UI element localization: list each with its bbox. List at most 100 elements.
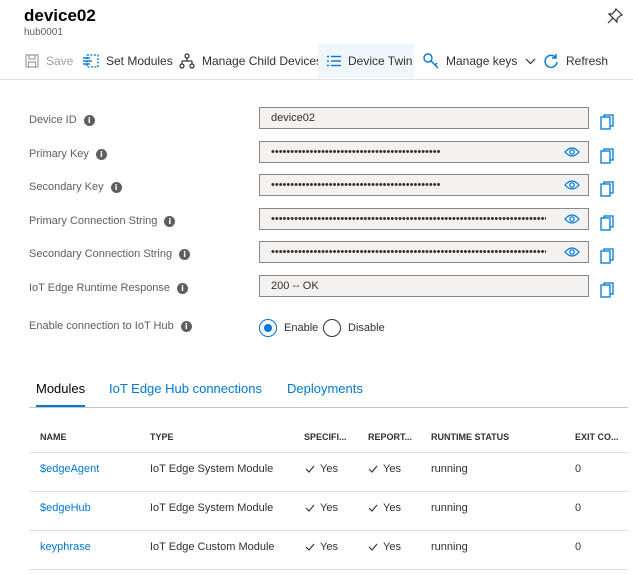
row-divider bbox=[29, 530, 628, 531]
device-twin-button[interactable]: Device Twin bbox=[318, 44, 414, 78]
module-exit-code: 0 bbox=[575, 463, 582, 475]
column-header-reported[interactable]: REPORT... bbox=[368, 432, 412, 442]
secondary-connection-string-field[interactable]: ••••••••••••••••••••••••••••••••••••••••… bbox=[259, 241, 589, 263]
page-title: device02 bbox=[24, 6, 96, 25]
refresh-button[interactable]: Refresh bbox=[543, 44, 608, 78]
secondary-key-value: ••••••••••••••••••••••••••••••••••••••••… bbox=[271, 179, 441, 191]
page-subtitle: hub0001 bbox=[24, 27, 63, 38]
enable-connection-label: Enable connection to IoT Hub i bbox=[29, 320, 192, 332]
device-twin-icon bbox=[327, 55, 341, 67]
set-modules-button[interactable]: Set Modules bbox=[82, 44, 173, 78]
detail-tabs: Modules IoT Edge Hub connections Deploym… bbox=[29, 378, 628, 408]
primary-key-field[interactable]: ••••••••••••••••••••••••••••••••••••••••… bbox=[259, 141, 589, 163]
module-specified-text: Yes bbox=[320, 541, 338, 553]
primary-connection-string-label: Primary Connection String i bbox=[29, 215, 176, 227]
secondary-connection-string-value: ••••••••••••••••••••••••••••••••••••••••… bbox=[271, 246, 546, 258]
checkmark-icon bbox=[305, 465, 315, 473]
manage-keys-button[interactable]: Manage keys bbox=[423, 44, 536, 78]
copy-icon[interactable] bbox=[600, 148, 614, 164]
disable-radio-option[interactable]: Disable bbox=[323, 319, 385, 337]
copy-icon[interactable] bbox=[600, 215, 614, 231]
module-runtime-status: running bbox=[431, 541, 468, 553]
device-id-label: Device ID i bbox=[29, 114, 95, 126]
module-name-link[interactable]: $edgeAgent bbox=[40, 463, 99, 475]
module-runtime-status: running bbox=[431, 463, 468, 475]
info-icon[interactable]: i bbox=[95, 148, 107, 160]
checkmark-icon bbox=[305, 543, 315, 551]
eye-icon[interactable] bbox=[564, 146, 580, 158]
disable-radio[interactable] bbox=[323, 319, 341, 337]
header-divider bbox=[29, 452, 628, 453]
iot-edge-runtime-response-field[interactable]: 200 -- OK bbox=[259, 275, 589, 297]
copy-icon[interactable] bbox=[600, 248, 614, 264]
secondary-connection-string-label: Secondary Connection String i bbox=[29, 248, 191, 260]
disable-radio-label: Disable bbox=[348, 322, 385, 334]
set-modules-label: Set Modules bbox=[106, 54, 173, 68]
module-specified: Yes bbox=[305, 463, 338, 475]
device-id-field[interactable]: device02 bbox=[259, 107, 589, 129]
checkmark-icon bbox=[305, 504, 315, 512]
module-type: IoT Edge System Module bbox=[150, 502, 274, 514]
eye-icon[interactable] bbox=[564, 213, 580, 225]
module-reported: Yes bbox=[368, 463, 401, 475]
eye-icon[interactable] bbox=[564, 246, 580, 258]
info-icon[interactable]: i bbox=[180, 320, 192, 332]
info-icon[interactable]: i bbox=[177, 282, 189, 294]
primary-key-value: ••••••••••••••••••••••••••••••••••••••••… bbox=[271, 146, 441, 158]
column-header-exit-code[interactable]: EXIT CO... bbox=[575, 432, 619, 442]
module-reported: Yes bbox=[368, 541, 401, 553]
primary-connection-string-field[interactable]: ••••••••••••••••••••••••••••••••••••••••… bbox=[259, 208, 589, 230]
module-specified-text: Yes bbox=[320, 502, 338, 514]
info-icon[interactable]: i bbox=[179, 248, 191, 260]
column-header-specified[interactable]: SPECIFI... bbox=[304, 432, 347, 442]
module-name-link[interactable]: keyphrase bbox=[40, 541, 91, 553]
save-button[interactable]: Save bbox=[25, 44, 73, 78]
module-specified: Yes bbox=[305, 541, 338, 553]
column-header-name[interactable]: NAME bbox=[40, 432, 67, 442]
info-icon[interactable]: i bbox=[83, 114, 95, 126]
eye-icon[interactable] bbox=[564, 179, 580, 191]
module-exit-code: 0 bbox=[575, 541, 582, 553]
module-reported: Yes bbox=[368, 502, 401, 514]
child-devices-icon bbox=[179, 53, 195, 69]
key-icon bbox=[423, 53, 439, 69]
row-divider bbox=[29, 491, 628, 492]
manage-child-devices-button[interactable]: Manage Child Devices bbox=[179, 44, 322, 78]
enable-radio-label: Enable bbox=[284, 322, 319, 334]
checkmark-icon bbox=[368, 504, 378, 512]
tab-deployments[interactable]: Deployments bbox=[287, 381, 363, 396]
iot-edge-runtime-response-label: IoT Edge Runtime Response i bbox=[29, 282, 189, 294]
blade-header: device02 hub0001 bbox=[0, 0, 633, 42]
command-bar: Save Set Modules Manage Child Devices De… bbox=[0, 42, 633, 80]
copy-icon[interactable] bbox=[600, 114, 614, 130]
copy-icon[interactable] bbox=[600, 282, 614, 298]
secondary-key-field[interactable]: ••••••••••••••••••••••••••••••••••••••••… bbox=[259, 174, 589, 196]
info-icon[interactable]: i bbox=[110, 181, 122, 193]
device-id-value: device02 bbox=[271, 112, 316, 124]
set-modules-icon bbox=[83, 54, 99, 68]
copy-icon[interactable] bbox=[600, 181, 614, 197]
column-header-runtime-status[interactable]: RUNTIME STATUS bbox=[431, 432, 509, 442]
module-exit-code: 0 bbox=[575, 502, 582, 514]
manage-child-devices-label: Manage Child Devices bbox=[202, 54, 323, 68]
primary-connection-string-value: ••••••••••••••••••••••••••••••••••••••••… bbox=[271, 213, 546, 225]
tab-modules[interactable]: Modules bbox=[36, 381, 86, 407]
enable-radio[interactable] bbox=[259, 319, 277, 337]
module-name-link[interactable]: $edgeHub bbox=[40, 502, 91, 514]
enable-radio-option[interactable]: Enable bbox=[259, 319, 318, 337]
pin-icon[interactable] bbox=[607, 8, 623, 24]
module-reported-text: Yes bbox=[383, 502, 401, 514]
device-twin-label: Device Twin bbox=[348, 54, 413, 68]
secondary-key-label: Secondary Key i bbox=[29, 181, 122, 193]
tab-iot-edge-hub-connections[interactable]: IoT Edge Hub connections bbox=[109, 381, 262, 396]
refresh-label: Refresh bbox=[566, 54, 609, 68]
chevron-down-icon bbox=[525, 58, 536, 64]
column-header-type[interactable]: TYPE bbox=[150, 432, 174, 442]
secondary-connection-string-label-text: Secondary Connection String bbox=[29, 248, 173, 260]
module-specified: Yes bbox=[305, 502, 338, 514]
module-runtime-status: running bbox=[431, 502, 468, 514]
primary-key-label: Primary Key i bbox=[29, 148, 107, 160]
module-specified-text: Yes bbox=[320, 463, 338, 475]
secondary-key-label-text: Secondary Key bbox=[29, 181, 104, 193]
info-icon[interactable]: i bbox=[164, 215, 176, 227]
